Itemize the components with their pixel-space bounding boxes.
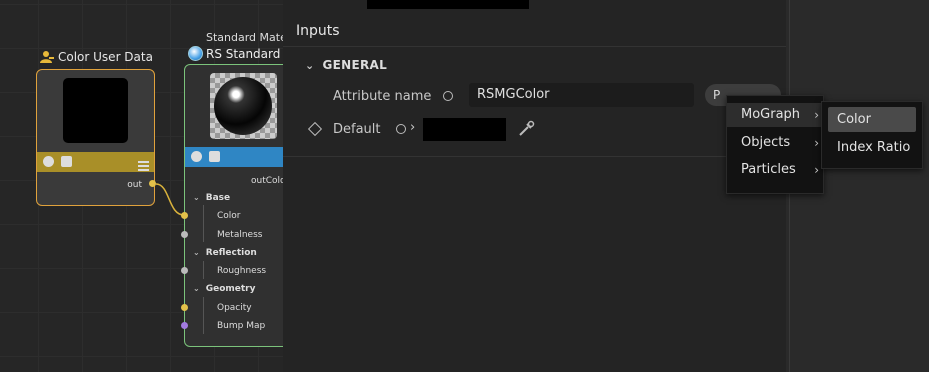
out-port-label: out (127, 180, 142, 190)
port-bump-map: Bump Map (217, 321, 266, 331)
rs-node-subtitle: Standard Mate (206, 31, 283, 44)
port-circle-icon[interactable] (396, 124, 406, 134)
redacted-bar (367, 0, 529, 9)
roughness-input-port[interactable] (181, 267, 188, 274)
expand-arrow-icon[interactable]: › (410, 120, 415, 135)
inputs-panel: Inputs ⌄ GENERAL Attribute name RSMGColor… (283, 0, 786, 372)
group-label: Geometry (205, 284, 256, 294)
material-preview-thumbnail (210, 73, 277, 139)
section-general[interactable]: ⌄ GENERAL (305, 58, 387, 72)
opacity-input-port[interactable] (181, 304, 188, 311)
submenu-item-index-ratio[interactable]: Index Ratio (828, 135, 916, 160)
material-icon (188, 46, 203, 61)
divider (283, 156, 786, 157)
color-user-data-title: Color User Data (40, 50, 153, 64)
eyedropper-icon[interactable] (516, 119, 536, 139)
menu-item-label: Objects (741, 135, 791, 150)
color-user-data-title-text: Color User Data (58, 50, 153, 64)
attribute-name-field[interactable]: RSMGColor (469, 83, 694, 107)
chevron-down-icon: ⌄ (305, 59, 315, 72)
mograph-submenu: Color Index Ratio (821, 101, 923, 169)
keyframe-diamond-icon[interactable] (307, 121, 323, 137)
menu-item-mograph[interactable]: MoGraph › (727, 103, 823, 127)
bump-map-input-port[interactable] (181, 322, 188, 329)
menu-item-particles[interactable]: Particles › (727, 158, 823, 182)
section-label: GENERAL (322, 58, 388, 72)
material-sphere (214, 77, 272, 135)
port-circle-icon[interactable] (443, 91, 453, 101)
chevron-right-icon: › (814, 136, 819, 150)
metalness-input-port[interactable] (181, 231, 188, 238)
port-color: Color (217, 211, 241, 221)
group-reflection[interactable]: ⌄ Reflection (193, 248, 257, 258)
menu-item-label: MoGraph (741, 107, 801, 122)
menu-icon[interactable] (138, 156, 149, 171)
node-canvas[interactable]: Color User Data out Standard Mate RS Sta… (0, 0, 283, 372)
attribute-name-label: Attribute name (333, 89, 432, 104)
tree-line (203, 205, 204, 242)
image-icon[interactable] (61, 156, 72, 167)
port-metalness: Metalness (217, 230, 263, 240)
out-port[interactable] (149, 180, 156, 187)
inputs-title: Inputs (296, 23, 340, 39)
rs-standard-node[interactable]: outColo ⌄ Base Color Metalness ⌄ Reflectio… (184, 64, 283, 347)
chevron-right-icon: › (814, 163, 819, 177)
group-base[interactable]: ⌄ Base (193, 193, 230, 203)
group-geometry[interactable]: ⌄ Geometry (193, 284, 255, 294)
divider (283, 46, 786, 47)
chevron-down-icon: ⌄ (193, 248, 200, 257)
node-header-bar (37, 152, 154, 172)
chevron-down-icon: ⌄ (193, 284, 200, 293)
coin-icon[interactable] (191, 151, 202, 162)
menu-item-label: Particles (741, 162, 796, 177)
menu-item-objects[interactable]: Objects › (727, 131, 823, 155)
out-color-port-label: outColo (251, 176, 283, 186)
color-input-port[interactable] (181, 212, 188, 219)
tree-line (203, 297, 204, 334)
image-icon[interactable] (209, 151, 220, 162)
coin-icon[interactable] (43, 156, 54, 167)
color-user-data-node[interactable]: out (36, 69, 155, 206)
node-header-bar (185, 147, 283, 167)
user-data-icon (40, 50, 54, 64)
submenu-item-color[interactable]: Color (828, 107, 916, 132)
default-label: Default (333, 122, 381, 137)
attribute-context-menu: MoGraph › Objects › Particles › (726, 95, 824, 194)
default-color-swatch[interactable] (423, 118, 506, 141)
chevron-right-icon: › (814, 108, 819, 122)
group-label: Base (205, 193, 231, 203)
chevron-down-icon: ⌄ (193, 193, 200, 202)
port-opacity: Opacity (217, 303, 252, 313)
color-preview-thumbnail (63, 78, 128, 143)
tree-line (203, 261, 204, 279)
rs-node-title: RS Standard (206, 47, 281, 61)
group-label: Reflection (205, 248, 257, 258)
port-roughness: Roughness (217, 266, 267, 276)
